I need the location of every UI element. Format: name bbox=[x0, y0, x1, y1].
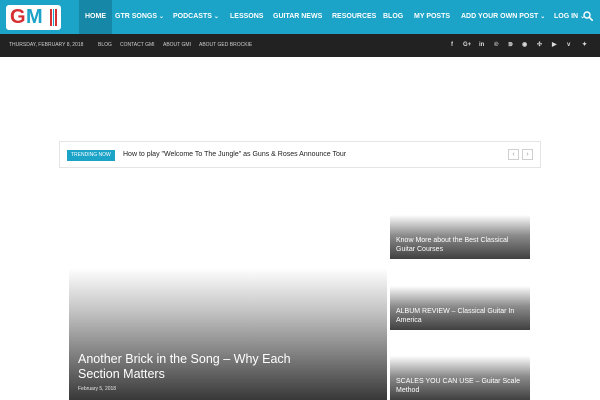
trending-ticker: Trending Now How to play "Welcome To The… bbox=[59, 141, 541, 168]
topbar-link-blog[interactable]: Blog bbox=[98, 34, 112, 57]
trending-prev-button[interactable]: ‹ bbox=[508, 149, 519, 160]
featured-side-title[interactable]: SCALES YOU CAN USE – Guitar Scale Method bbox=[396, 377, 526, 395]
featured-side-title[interactable]: Know More about the Best Classical Guita… bbox=[396, 236, 526, 254]
site-logo[interactable]: G M bbox=[6, 5, 61, 30]
logo-letter-m: M bbox=[26, 6, 43, 28]
trending-headline-link[interactable]: How to play "Welcome To The Jungle" as G… bbox=[123, 149, 346, 161]
nav-label: Guitar News bbox=[273, 13, 323, 20]
top-bar: Thursday, February 8, 2018 Blog Contact … bbox=[0, 34, 600, 57]
chevron-down-icon: ⌄ bbox=[213, 14, 219, 20]
pinterest-icon[interactable]: ℗ bbox=[494, 34, 498, 57]
nav-item-add-your-own-post[interactable]: Add Your Own Post ⌄ bbox=[461, 0, 545, 34]
featured-side-post[interactable]: Know More about the Best Classical Guita… bbox=[390, 191, 530, 259]
current-date: Thursday, February 8, 2018 bbox=[9, 42, 84, 48]
nav-label: Podcasts bbox=[173, 13, 212, 20]
logo-letter-g: G bbox=[10, 6, 26, 28]
nav-label: My Posts bbox=[414, 13, 451, 20]
nav-label: GTR Songs bbox=[115, 13, 158, 20]
topbar-link-about-ged-brockie[interactable]: About Ged Brockie bbox=[199, 34, 252, 57]
featured-side-title[interactable]: ALBUM REVIEW – Classical Guitar In Ameri… bbox=[396, 307, 526, 325]
featured-side-post[interactable]: SCALES YOU CAN USE – Guitar Scale Method bbox=[390, 332, 530, 400]
nav-label: Log In bbox=[554, 13, 579, 20]
featured-side-post[interactable]: ALBUM REVIEW – Classical Guitar In Ameri… bbox=[390, 262, 530, 330]
topbar-link-about-gmi[interactable]: About GMI bbox=[163, 34, 191, 57]
nav-item-podcasts[interactable]: Podcasts ⌄ bbox=[173, 0, 219, 34]
nav-item-gtr-songs[interactable]: GTR Songs ⌄ bbox=[115, 0, 164, 34]
featured-main-title[interactable]: Another Brick in the Song – Why Each Sec… bbox=[78, 352, 328, 382]
nav-label: Add Your Own Post bbox=[461, 13, 539, 20]
reddit-icon[interactable]: ◉ bbox=[522, 34, 527, 57]
nav-item-guitar-news[interactable]: Guitar News bbox=[273, 0, 322, 34]
featured-main-date: February 5, 2018 bbox=[78, 386, 117, 392]
linkedin-icon[interactable]: in bbox=[479, 34, 484, 57]
youtube-icon[interactable]: ▶ bbox=[552, 34, 557, 57]
nav-label: Lessons bbox=[230, 13, 264, 20]
main-navigation: G M Home GTR Songs ⌄ Podcasts ⌄ Lessons Gu… bbox=[0, 0, 600, 34]
nav-label: Blog bbox=[383, 13, 404, 20]
trending-next-button[interactable]: › bbox=[522, 149, 533, 160]
facebook-icon[interactable]: f bbox=[451, 34, 453, 57]
vimeo-icon[interactable]: v bbox=[567, 34, 570, 57]
nav-item-blog[interactable]: Blog bbox=[383, 0, 403, 34]
chevron-down-icon: ⌄ bbox=[540, 14, 546, 20]
nav-item-log-in[interactable]: Log In ⌄ bbox=[554, 0, 585, 34]
trending-badge: Trending Now bbox=[67, 150, 115, 161]
search-icon[interactable] bbox=[583, 11, 593, 21]
logo-bars bbox=[50, 9, 58, 26]
nav-item-resources[interactable]: Resources bbox=[332, 0, 376, 34]
nav-item-my-posts[interactable]: My Posts bbox=[414, 0, 450, 34]
featured-main-post[interactable]: Another Brick in the Song – Why Each Sec… bbox=[69, 190, 387, 400]
nav-label: Resources bbox=[332, 13, 377, 20]
topbar-link-contact-gmi[interactable]: Contact GMI bbox=[120, 34, 155, 57]
chevron-down-icon: ⌄ bbox=[159, 14, 165, 20]
nav-item-lessons[interactable]: Lessons bbox=[230, 0, 263, 34]
google-plus-icon[interactable]: G+ bbox=[463, 34, 471, 57]
nav-label: Home bbox=[85, 13, 106, 20]
stumbleupon-icon[interactable]: ✣ bbox=[537, 34, 542, 57]
nav-item-home[interactable]: Home bbox=[79, 0, 112, 34]
twitter-icon[interactable]: ✦ bbox=[582, 34, 587, 57]
rss-icon[interactable]: ⋑ bbox=[508, 34, 513, 57]
